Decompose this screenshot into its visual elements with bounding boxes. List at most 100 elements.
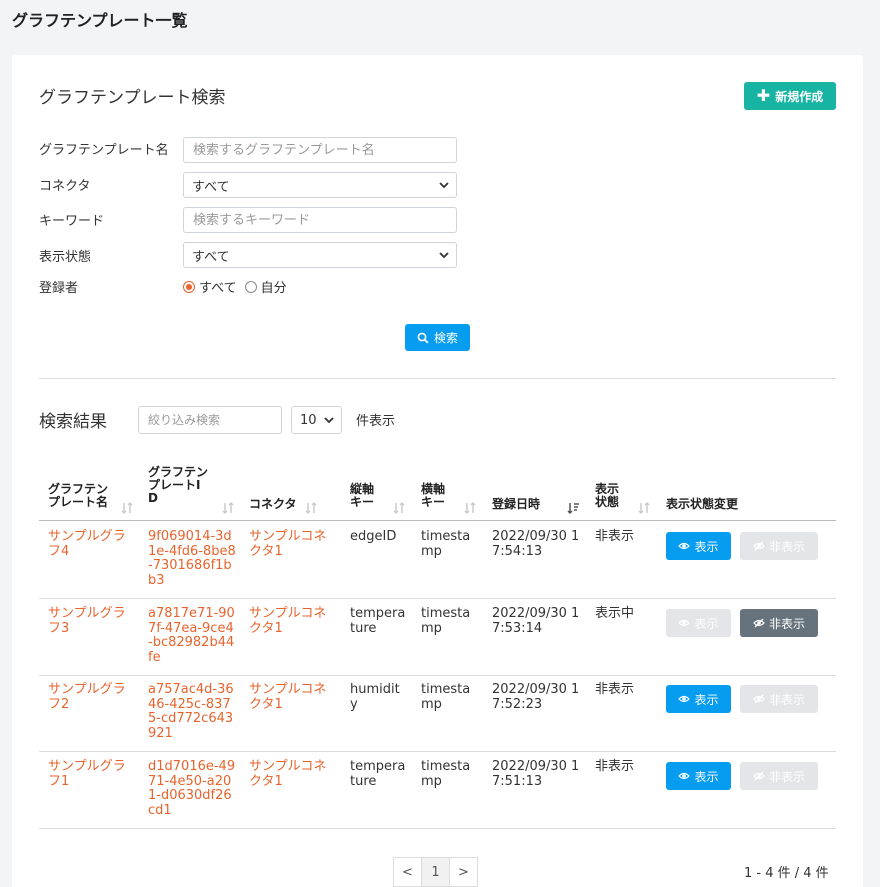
row-4-name[interactable]: サンプルグラフ1 (48, 759, 136, 789)
column-header-x-key[interactable]: 横軸 キー (421, 483, 445, 509)
row-1-hide-button[interactable]: 非表示 (740, 532, 818, 560)
new-template-button[interactable]: ✚ 新規作成 (744, 82, 836, 110)
show-button-label: 表示 (694, 539, 719, 554)
next-page-button[interactable]: > (449, 857, 478, 887)
registrant-radio-group: すべて 自分 (183, 277, 287, 296)
new-template-button-label: 新規作成 (775, 89, 824, 104)
column-header-id[interactable]: グラフテン プレートI D (148, 466, 208, 505)
row-4-x-key: timestamp (421, 759, 471, 789)
show-button-label: 表示 (694, 769, 719, 784)
row-3-date: 2022/09/30 17:52:23 (492, 682, 580, 712)
per-page-select[interactable]: 10 (291, 406, 342, 434)
hide-button-label: 非表示 (768, 616, 805, 631)
column-header-date[interactable]: 登録日時 (492, 498, 540, 511)
row-divider (39, 598, 836, 599)
row-3-show-button[interactable]: 表示 (666, 685, 731, 713)
per-page-label: 件表示 (356, 414, 396, 429)
chevron-down-icon (324, 417, 334, 424)
eye-icon (678, 542, 691, 550)
template-name-input[interactable] (183, 137, 457, 163)
hide-button-label: 非表示 (768, 769, 805, 784)
column-header-connector[interactable]: コネクタ (249, 498, 297, 511)
page-1-button[interactable]: 1 (421, 857, 450, 887)
registrant-all-label: すべて (199, 281, 237, 296)
row-4-date: 2022/09/30 17:51:13 (492, 759, 580, 789)
row-4-id[interactable]: d1d7016e-4971-4e50-a201-d0630df26cd1 (148, 759, 236, 818)
search-icon (417, 332, 429, 343)
row-divider (39, 828, 836, 829)
filter-input[interactable] (138, 406, 282, 434)
row-1-id[interactable]: 9f069014-3d1e-4fd6-8be8-7301686f1bb3 (148, 529, 236, 588)
row-divider (39, 675, 836, 676)
sort-icon[interactable] (120, 501, 134, 515)
row-2-connector[interactable]: サンプルコネクタ1 (249, 606, 337, 636)
row-3-hide-button[interactable]: 非表示 (740, 685, 818, 713)
section-divider (39, 378, 836, 379)
eye-slash-icon (753, 618, 765, 628)
search-section-title: グラフテンプレート検索 (39, 88, 226, 108)
show-button-label: 表示 (694, 692, 719, 707)
sort-icon[interactable] (392, 501, 406, 515)
search-button-label: 検索 (433, 331, 458, 345)
row-1-show-button[interactable]: 表示 (666, 532, 731, 560)
sort-icon[interactable] (304, 501, 318, 515)
column-header-status[interactable]: 表示 状態 (595, 483, 619, 509)
prev-page-button[interactable]: < (393, 857, 422, 887)
registrant-self-radio[interactable] (244, 280, 257, 293)
template-name-label: グラフテンプレート名 (39, 143, 169, 158)
sort-icon[interactable] (637, 501, 651, 515)
row-2-x-key: timestamp (421, 606, 471, 636)
display-state-select[interactable]: すべて (183, 242, 457, 268)
row-2-hide-button[interactable]: 非表示 (740, 609, 818, 637)
row-2-status: 表示中 (595, 606, 635, 621)
row-4-hide-button[interactable]: 非表示 (740, 762, 818, 790)
eye-icon (678, 695, 691, 703)
eye-icon (678, 772, 691, 780)
display-state-select-value: すべて (192, 249, 230, 265)
column-header-name[interactable]: グラフテン プレート名 (48, 483, 108, 509)
table-header-divider (39, 520, 836, 521)
search-button[interactable]: 検索 (405, 324, 470, 351)
chevron-down-icon (439, 182, 449, 189)
show-button-label: 表示 (694, 616, 719, 631)
registrant-self-label: 自分 (260, 281, 287, 296)
main-card: グラフテンプレート検索 ✚ 新規作成 グラフテンプレート名 コネクタ すべて キ… (12, 55, 863, 887)
row-2-id[interactable]: a7817e71-907f-47ea-9ce4-bc82982b44fe (148, 606, 236, 665)
results-title: 検索結果 (39, 412, 107, 432)
connector-select[interactable]: すべて (183, 172, 457, 198)
row-3-name[interactable]: サンプルグラフ2 (48, 682, 136, 712)
registrant-label: 登録者 (39, 281, 79, 296)
row-3-status: 非表示 (595, 682, 635, 697)
row-divider (39, 751, 836, 752)
column-header-status-change: 表示状態変更 (666, 497, 739, 511)
eye-slash-icon (753, 694, 765, 704)
eye-slash-icon (753, 771, 765, 781)
row-1-x-key: timestamp (421, 529, 471, 559)
sort-icon[interactable] (221, 501, 235, 515)
row-1-status: 非表示 (595, 529, 635, 544)
eye-icon (678, 619, 691, 627)
column-header-y-key[interactable]: 縦軸 キー (350, 483, 374, 509)
connector-select-value: すべて (192, 179, 230, 195)
row-1-connector[interactable]: サンプルコネクタ1 (249, 529, 337, 559)
chevron-down-icon (439, 252, 449, 259)
row-3-id[interactable]: a757ac4d-3646-425c-8375-cd772c643921 (148, 682, 236, 741)
page-title: グラフテンプレート一覧 (12, 11, 188, 30)
keyword-input[interactable] (183, 207, 457, 233)
registrant-all-radio[interactable] (183, 280, 195, 293)
row-4-show-button[interactable]: 表示 (666, 762, 731, 790)
pagination: < 1 > (393, 857, 478, 887)
row-2-y-key: temperature (350, 606, 406, 636)
row-3-y-key: humidity (350, 682, 400, 712)
row-2-name[interactable]: サンプルグラフ3 (48, 606, 136, 636)
row-1-date: 2022/09/30 17:54:13 (492, 529, 580, 559)
row-2-show-button[interactable]: 表示 (666, 609, 731, 637)
pagination-summary: 1 - 4 件 / 4 件 (744, 866, 829, 881)
sort-icon[interactable] (463, 501, 477, 515)
row-4-connector[interactable]: サンプルコネクタ1 (249, 759, 337, 789)
row-2-date: 2022/09/30 17:53:14 (492, 606, 580, 636)
sort-desc-icon[interactable] (566, 501, 580, 515)
row-3-x-key: timestamp (421, 682, 471, 712)
row-1-name[interactable]: サンプルグラフ4 (48, 529, 136, 559)
row-3-connector[interactable]: サンプルコネクタ1 (249, 682, 337, 712)
